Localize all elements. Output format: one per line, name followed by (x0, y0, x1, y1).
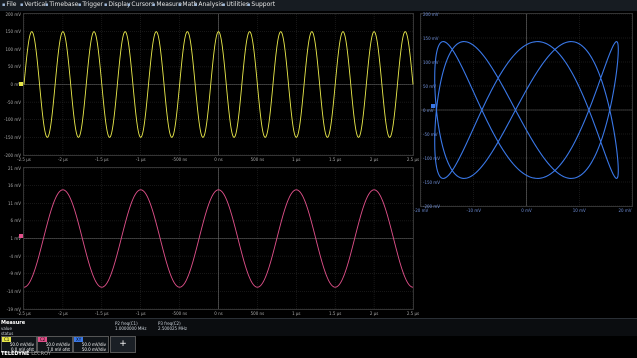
menu-label: Utilities (226, 1, 249, 8)
measure-p2-value: 1.0000000 MHz (115, 326, 147, 331)
menu-label: Vertical (24, 1, 47, 8)
c1-xtick: 0 ns (214, 157, 223, 162)
c1-xtick: -2.5 µs (17, 157, 31, 162)
measure-p3-value: 2.500025 MHz (158, 326, 187, 331)
c1-xtick: 2 µs (369, 157, 379, 162)
c2-xtick: -1 µs (135, 311, 146, 316)
xy-xtick: 20 mV (618, 208, 632, 213)
xy-vdiv-2: 50.0 mV/div (81, 347, 106, 352)
menu-trigger[interactable]: ▪Trigger (78, 1, 103, 9)
support-icon: ▪ (247, 2, 251, 8)
menu-label: File (6, 1, 17, 8)
c2-xtick: -2 µs (57, 311, 68, 316)
c2-offset-marker[interactable] (19, 234, 23, 238)
xy-ytick: -150 mV (423, 179, 440, 185)
menu-vertical[interactable]: ▪Vertical (20, 1, 47, 9)
c1-ytick: 150 mV (5, 29, 21, 35)
xy-plot (420, 13, 633, 207)
xy-ytick: 200 mV (423, 11, 439, 17)
xy-ytick: 0 mV (423, 107, 434, 113)
c2-xtick: 1.5 µs (329, 311, 342, 316)
xy-xtick: 10 mV (572, 208, 586, 213)
c1-xtick: -1.5 µs (94, 157, 109, 162)
menu-timebase[interactable]: ▪Timebase (45, 1, 78, 9)
timebase-icon: ▪ (45, 2, 49, 8)
c1-xtick: 1 µs (292, 157, 301, 162)
c2-xtick: 0 ns (214, 311, 223, 316)
c1-ytick: 200 mV (5, 11, 21, 17)
menu-bar: ▪File ▪Vertical ▪Timebase ▪Trigger ▪Display ▪… (0, 0, 637, 11)
c1-xtick: -500 ns (172, 157, 188, 162)
xy-xtick: -20 mV (413, 208, 429, 213)
xy-ytick: 50 mV (423, 83, 436, 89)
menu-label: Analysis (198, 1, 224, 8)
c2-xtick: 500 ns (250, 311, 265, 316)
c2-ytick: -14 mV (6, 288, 21, 294)
xy-ytick: -100 mV (423, 155, 440, 161)
c2-xtick: 1 µs (292, 311, 301, 316)
add-channel-button[interactable]: + (110, 336, 136, 353)
c1-xtick: 500 ns (250, 157, 265, 162)
c2-ytick: -4 mV (9, 253, 21, 259)
c1-ytick: -50 mV (6, 99, 21, 105)
utilities-icon: ▪ (222, 2, 226, 8)
measure-icon: ▪ (152, 2, 156, 8)
analysis-icon: ▪ (194, 2, 198, 8)
c2-xtick: -1.5 µs (94, 311, 109, 316)
c1-ytick: 0 mV (10, 82, 21, 87)
c2-ytick: 16 mV (8, 183, 21, 189)
xy-descriptor[interactable]: XY 50.0 mV/div 50.0 mV/div (73, 336, 109, 353)
c1-xtick: -2 µs (57, 157, 68, 162)
c2-xtick: -2.5 µs (17, 311, 31, 316)
menu-label: Timebase (49, 1, 79, 8)
cursors-icon: ▪ (127, 2, 131, 8)
xy-xtick: -10 mV (466, 208, 481, 213)
xy-ytick: 100 mV (423, 59, 439, 65)
c1-xtick: 2.5 µs (406, 157, 420, 162)
c2-ytick: 21 mV (8, 165, 21, 171)
c1-xtick: -1 µs (135, 157, 146, 162)
c2-xtick: 2 µs (369, 311, 379, 316)
c1-xtick: 1.5 µs (329, 157, 342, 162)
c1-ytick: 100 mV (5, 46, 21, 52)
menu-cursors[interactable]: ▪Cursors (127, 1, 154, 9)
measure-strip: Measure value status P2 freq(C1) 1.00000… (0, 318, 637, 336)
c2-xtick: 2.5 µs (406, 311, 420, 316)
brand-sub: LECROY (31, 351, 51, 357)
file-icon: ▪ (2, 2, 6, 8)
menu-label: Support (251, 1, 276, 8)
c2-ytick: 1 mV (10, 236, 21, 241)
c2-ytick: -9 mV (9, 271, 21, 277)
brand-name: TELEDYNE (1, 351, 30, 357)
c1-ytick: 50 mV (8, 64, 21, 70)
vertical-icon: ▪ (20, 2, 24, 8)
menu-label: Trigger (82, 1, 104, 8)
menu-label: Cursors (131, 1, 155, 8)
xy-xtick: 0 mV (521, 208, 532, 213)
c1-waveform-plot (23, 13, 414, 156)
menu-support[interactable]: ▪Support (247, 1, 275, 9)
c2-xtick: -500 ns (172, 311, 188, 316)
menu-utilities[interactable]: ▪Utilities (222, 1, 249, 9)
xy-offset-marker[interactable] (431, 104, 435, 108)
c2-ytick: 11 mV (8, 200, 21, 206)
brand-logo: TELEDYNE LECROY (1, 351, 51, 357)
math-icon: ▪ (178, 2, 182, 8)
c2-waveform-plot (23, 167, 414, 310)
display-icon: ▪ (104, 2, 108, 8)
menu-analysis[interactable]: ▪Analysis (194, 1, 223, 9)
c2-ytick: 6 mV (10, 218, 21, 224)
c1-offset-marker[interactable] (19, 82, 23, 86)
trigger-icon: ▪ (78, 2, 82, 8)
xy-ytick: 150 mV (423, 35, 439, 41)
menu-file[interactable]: ▪File (2, 1, 16, 9)
c1-ytick: -100 mV (4, 117, 21, 123)
xy-ytick: -50 mV (423, 131, 438, 137)
c1-ytick: -150 mV (4, 134, 21, 140)
